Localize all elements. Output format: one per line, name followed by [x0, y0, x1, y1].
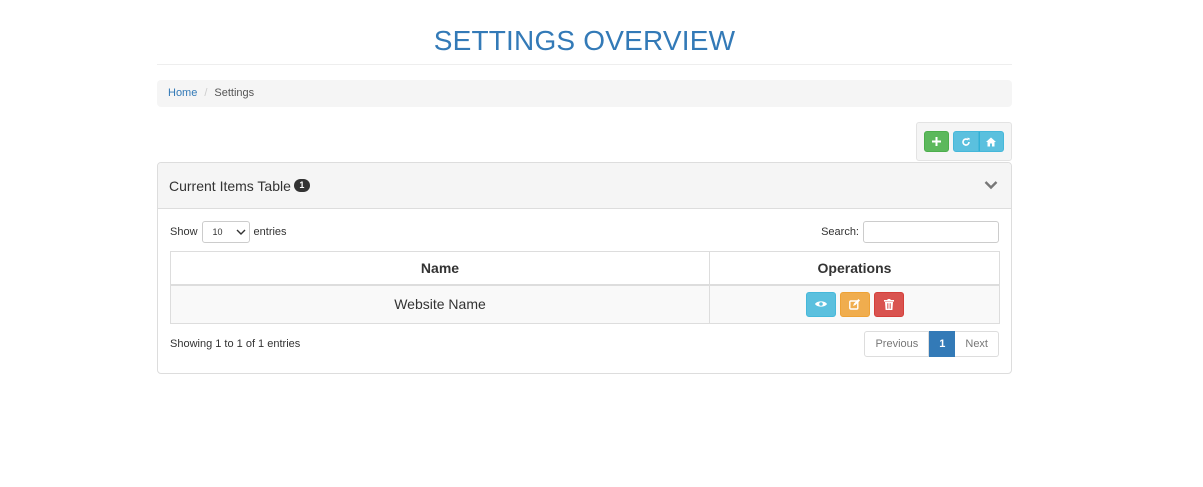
toolbar — [916, 122, 1012, 161]
refresh-button[interactable] — [953, 131, 979, 152]
breadcrumb-current: Settings — [214, 87, 255, 99]
datatable-bottom: Showing 1 to 1 of 1 entries Previous 1 N… — [170, 331, 999, 357]
row-name-cell: Website Name — [170, 284, 710, 324]
edit-button[interactable] — [839, 291, 870, 317]
breadcrumb-home-link[interactable]: Home — [168, 80, 197, 107]
column-header-name[interactable]: Name — [170, 251, 710, 286]
breadcrumb: Home / Settings — [157, 80, 1012, 107]
search-control: Search: — [821, 220, 999, 243]
plus-icon — [932, 137, 942, 146]
chevron-down-icon — [984, 181, 998, 190]
search-input[interactable] — [863, 220, 999, 243]
main-container: SETTINGS OVERVIEW Home / Settings Curren… — [157, 0, 1012, 374]
refresh-icon — [962, 137, 970, 146]
table-info: Showing 1 to 1 of 1 entries — [170, 338, 301, 350]
page-header: SETTINGS OVERVIEW — [157, 0, 1012, 65]
home-icon — [986, 137, 997, 146]
collapse-toggle[interactable] — [983, 177, 999, 193]
pagination-next[interactable]: Next — [955, 331, 999, 357]
breadcrumb-separator: / — [204, 87, 208, 99]
row-operations-cell — [709, 284, 1000, 324]
panel-title: Current Items Table — [169, 177, 291, 194]
delete-button[interactable] — [873, 291, 904, 317]
datatable-top: Show 10 entries Search: — [170, 220, 999, 243]
length-control: Show 10 entries — [170, 220, 287, 243]
toolbar-row — [157, 107, 1012, 162]
chevron-down-icon — [236, 229, 246, 235]
pagination-page-1[interactable]: 1 — [929, 331, 956, 357]
table-row: Website Name — [170, 284, 1000, 324]
panel-body: Show 10 entries Search: Name Operations … — [158, 209, 1011, 368]
search-label: Search: — [821, 225, 859, 238]
delete-icon — [883, 298, 894, 310]
home-button[interactable] — [978, 131, 1004, 152]
page-title: SETTINGS OVERVIEW — [433, 25, 736, 56]
panel-heading: Current Items Table 1 — [158, 163, 1011, 209]
view-button[interactable] — [805, 291, 836, 317]
entries-select-value: 10 — [212, 226, 223, 237]
add-button[interactable] — [924, 131, 950, 152]
item-count-badge: 1 — [293, 179, 310, 192]
items-panel: Current Items Table 1 Show 10 entries Se… — [157, 162, 1012, 374]
column-header-operations: Operations — [709, 251, 1000, 286]
view-icon — [814, 301, 827, 307]
table-header-row: Name Operations — [170, 251, 1000, 286]
length-prefix: Show — [170, 225, 198, 238]
pagination: Previous 1 Next — [864, 331, 999, 357]
entries-select[interactable]: 10 — [201, 220, 250, 243]
items-table: Name Operations Website Name — [170, 251, 1000, 324]
edit-icon — [849, 298, 860, 310]
pagination-previous[interactable]: Previous — [864, 331, 930, 357]
operations-group — [710, 291, 999, 317]
length-suffix: entries — [253, 225, 287, 238]
